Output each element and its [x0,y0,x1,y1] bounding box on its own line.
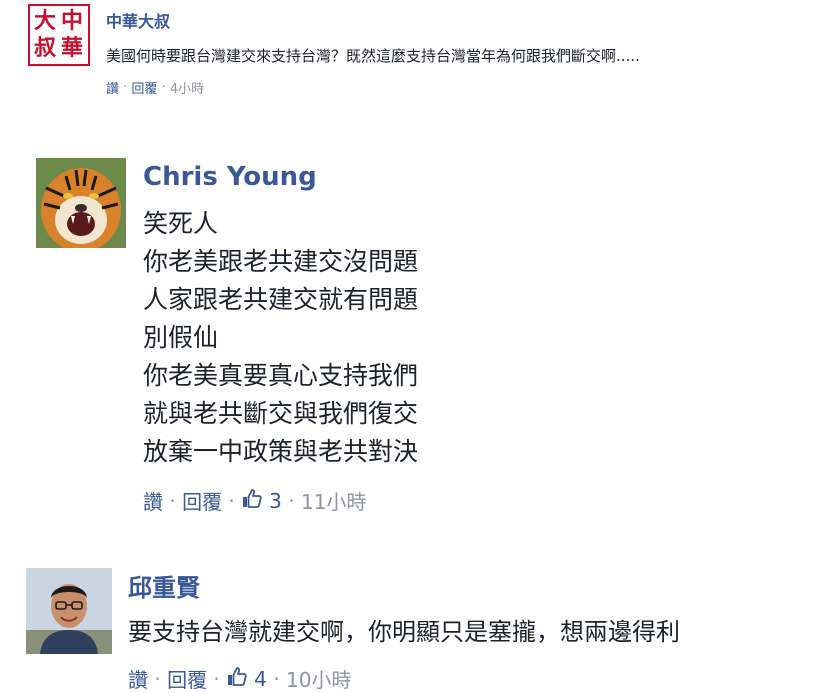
timestamp[interactable]: 4小時 [170,78,204,97]
like-link[interactable]: 讚 [143,486,163,515]
thumbs-up-icon[interactable] [226,665,248,692]
separator: · [157,80,170,95]
like-count[interactable]: 4 [254,667,267,691]
like-count[interactable]: 3 [269,489,282,513]
man-glasses-avatar[interactable] [26,568,112,654]
comment-line: 你老美跟老共建交沒問題 [143,247,419,276]
comment-actions: 讚 · 回覆 · 3 · 11小時 [143,486,366,515]
comment-line: 別假仙 [143,323,219,352]
thumbs-up-icon[interactable] [241,487,263,514]
reply-link[interactable]: 回覆 [182,486,222,515]
separator: · [163,488,183,513]
comment-line: 就與老共斷交與我們復交 [143,399,419,428]
separator: · [148,666,168,691]
comment: 邱重賢 要支持台灣就建交啊，你明顯只是塞攏，想兩邊得利 讚 · 回覆 · 4 ·… [0,560,833,692]
separator: · [207,666,227,691]
comment-author[interactable]: 中華大叔 [106,8,170,32]
timestamp[interactable]: 11小時 [301,486,366,515]
like-link[interactable]: 讚 [106,78,119,97]
comment-author[interactable]: Chris Young [143,162,317,192]
comment: Chris Young 笑死人 你老美跟老共建交沒問題 人家跟老共建交就有問題 … [0,150,833,520]
comment-line: 放棄一中政策與老共對決 [143,437,419,466]
comment-actions: 讚 · 回覆 · 4小時 [106,78,204,97]
comment-text: 美國何時要跟台灣建交來支持台灣？既然這麼支持台灣當年為何跟我們斷交啊..... [106,47,640,65]
separator: · [281,488,301,513]
comment-author[interactable]: 邱重賢 [128,568,200,603]
comment-line: 人家跟老共建交就有問題 [143,285,419,314]
seal-logo-avatar[interactable]: 大 中 叔 華 [28,4,90,66]
separator: · [222,488,242,513]
comment-text: 要支持台灣就建交啊，你明顯只是塞攏，想兩邊得利 [128,618,680,646]
separator: · [119,80,132,95]
comment-line: 笑死人 [143,209,219,238]
reply-link[interactable]: 回覆 [131,78,157,97]
comment-line: 你老美真要真心支持我們 [143,361,419,390]
comment: 大 中 叔 華 中華大叔 美國何時要跟台灣建交來支持台灣？既然這麼支持台灣當年為… [0,0,833,110]
separator: · [266,666,286,691]
tiger-avatar[interactable] [36,158,126,248]
